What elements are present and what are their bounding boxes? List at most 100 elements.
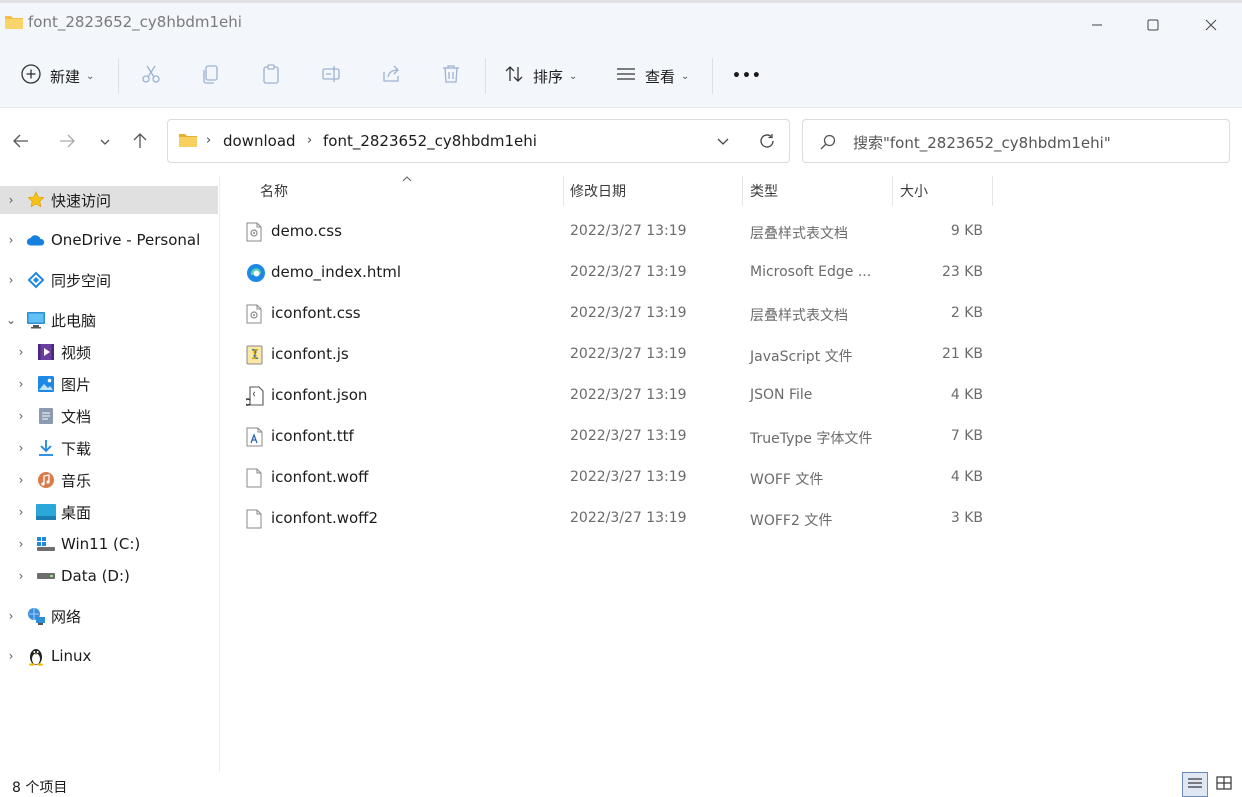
desktop-icon	[36, 502, 56, 522]
column-header-modified[interactable]: 修改日期	[562, 176, 742, 206]
file-size: 21 KB	[941, 346, 983, 362]
sidebar-item-this-pc[interactable]: ⌄ 此电脑	[0, 306, 218, 334]
back-button[interactable]	[8, 130, 34, 156]
chevron-right-icon[interactable]: ›	[15, 569, 27, 583]
sidebar-item-linux[interactable]: › Linux	[0, 642, 218, 670]
sidebar-item-network[interactable]: › 网络	[0, 602, 218, 630]
rename-button[interactable]	[317, 62, 345, 90]
address-bar[interactable]: › download › font_2823652_cy8hbdm1ehi	[167, 119, 790, 163]
details-view-button[interactable]	[1182, 772, 1208, 797]
file-row[interactable]: demo_index.html 2022/3/27 13:19 Microsof…	[241, 253, 1001, 293]
sidebar-item-drive-d[interactable]: › Data (D:)	[0, 562, 218, 590]
file-modified: 2022/3/27 13:19	[570, 510, 687, 526]
chevron-right-icon[interactable]: ›	[5, 273, 17, 287]
chevron-right-icon[interactable]: ›	[15, 409, 27, 423]
sidebar-item-drive-c[interactable]: › Win11 (C:)	[0, 530, 218, 558]
delete-button[interactable]	[437, 62, 465, 90]
details-list-icon	[1187, 776, 1203, 794]
file-name: iconfont.ttf	[271, 427, 354, 445]
file-size: 4 KB	[950, 387, 983, 403]
pictures-icon	[36, 374, 56, 394]
chevron-right-icon[interactable]: ›	[5, 649, 17, 663]
view-button[interactable]: 查看 ⌄	[615, 60, 689, 92]
file-row[interactable]: iconfont.json 2022/3/27 13:19 JSON File …	[241, 376, 1001, 416]
sort-arrows-icon	[503, 63, 525, 89]
minimize-button[interactable]	[1068, 3, 1126, 47]
blank-file-icon	[246, 468, 266, 488]
maximize-button[interactable]	[1124, 3, 1182, 47]
file-row[interactable]: iconfont.woff 2022/3/27 13:19 WOFF 文件 4 …	[241, 458, 1001, 498]
chevron-down-icon[interactable]: ⌄	[5, 313, 17, 327]
chevron-right-icon[interactable]: ›	[15, 345, 27, 359]
file-row[interactable]: iconfont.js 2022/3/27 13:19 JavaScript 文…	[241, 335, 1001, 375]
tiles-view-button[interactable]	[1211, 772, 1237, 797]
file-row[interactable]: iconfont.css 2022/3/27 13:19 层叠样式表文档 2 K…	[241, 294, 1001, 334]
file-size: 9 KB	[950, 223, 983, 239]
chevron-right-icon[interactable]: ›	[5, 193, 17, 207]
recent-locations-button[interactable]	[92, 130, 118, 156]
new-button[interactable]: 新建 ⌄	[20, 60, 94, 92]
chevron-down-icon	[99, 134, 111, 152]
copy-icon	[200, 63, 222, 89]
file-type: WOFF 文件	[750, 472, 824, 488]
chevron-right-icon[interactable]: ›	[15, 473, 27, 487]
share-icon	[380, 63, 402, 89]
sidebar-item-music[interactable]: › 音乐	[0, 466, 218, 494]
cut-button[interactable]	[137, 62, 165, 90]
file-row[interactable]: iconfont.woff2 2022/3/27 13:19 WOFF2 文件 …	[241, 499, 1001, 539]
css-file-icon	[246, 304, 266, 324]
sidebar-item-videos[interactable]: › 视频	[0, 338, 218, 366]
search-box[interactable]: 搜索"font_2823652_cy8hbdm1ehi"	[802, 119, 1230, 163]
column-divider[interactable]	[992, 176, 993, 206]
more-options-button[interactable]: •••	[732, 60, 762, 92]
up-button[interactable]	[127, 130, 153, 156]
breadcrumb-download[interactable]: download	[223, 132, 296, 150]
command-bar: 新建 ⌄ 排序 ⌄ 查看 ⌄ •••	[0, 44, 1242, 108]
file-size: 3 KB	[950, 510, 983, 526]
breadcrumb-current-folder[interactable]: font_2823652_cy8hbdm1ehi	[323, 132, 537, 150]
sort-button[interactable]: 排序 ⌄	[503, 60, 577, 92]
sidebar-item-label: 下载	[61, 439, 92, 458]
refresh-button[interactable]	[758, 132, 776, 154]
view-lines-icon	[615, 63, 637, 89]
chevron-right-icon[interactable]: ›	[15, 505, 27, 519]
sidebar-item-onedrive[interactable]: › OneDrive - Personal	[0, 226, 218, 254]
chevron-right-icon[interactable]: ›	[15, 537, 27, 551]
paste-button[interactable]	[257, 62, 285, 90]
forward-button[interactable]	[54, 130, 80, 156]
close-button[interactable]	[1182, 3, 1240, 47]
column-header-type[interactable]: 类型	[742, 176, 892, 206]
music-icon	[36, 470, 56, 490]
folder-icon	[178, 132, 198, 152]
share-button[interactable]	[377, 62, 405, 90]
chevron-right-icon: ›	[307, 133, 313, 148]
status-bar: 8 个项目	[0, 772, 1242, 797]
sidebar-item-desktop[interactable]: › 桌面	[0, 498, 218, 526]
file-size: 4 KB	[950, 469, 983, 485]
new-button-label: 新建	[50, 67, 81, 86]
file-name: iconfont.css	[271, 304, 361, 322]
file-type: 层叠样式表文档	[750, 226, 848, 242]
file-row[interactable]: iconfont.ttf 2022/3/27 13:19 TrueType 字体…	[241, 417, 1001, 457]
column-header-name[interactable]: 名称	[252, 176, 563, 206]
linux-tux-icon	[26, 646, 46, 666]
drive-d-icon	[36, 566, 56, 586]
sidebar-item-downloads[interactable]: › 下载	[0, 434, 218, 462]
sidebar-item-sync-space[interactable]: › 同步空间	[0, 266, 218, 294]
window-title: font_2823652_cy8hbdm1ehi	[28, 13, 242, 31]
sidebar-item-quick-access[interactable]: › 快速访问	[0, 186, 218, 214]
column-header-size[interactable]: 大小	[892, 176, 992, 206]
sidebar-item-label: 视频	[61, 343, 92, 362]
chevron-right-icon[interactable]: ›	[15, 441, 27, 455]
item-count: 8 个项目	[12, 780, 68, 796]
copy-button[interactable]	[197, 62, 225, 90]
sidebar-item-documents[interactable]: › 文档	[0, 402, 218, 430]
file-row[interactable]: demo.css 2022/3/27 13:19 层叠样式表文档 9 KB	[241, 212, 1001, 252]
file-type: WOFF2 文件	[750, 513, 833, 529]
sidebar-item-pictures[interactable]: › 图片	[0, 370, 218, 398]
address-history-dropdown[interactable]	[716, 134, 730, 152]
file-name: iconfont.woff	[271, 468, 369, 486]
chevron-right-icon[interactable]: ›	[15, 377, 27, 391]
chevron-right-icon[interactable]: ›	[5, 233, 17, 247]
chevron-right-icon[interactable]: ›	[5, 609, 17, 623]
